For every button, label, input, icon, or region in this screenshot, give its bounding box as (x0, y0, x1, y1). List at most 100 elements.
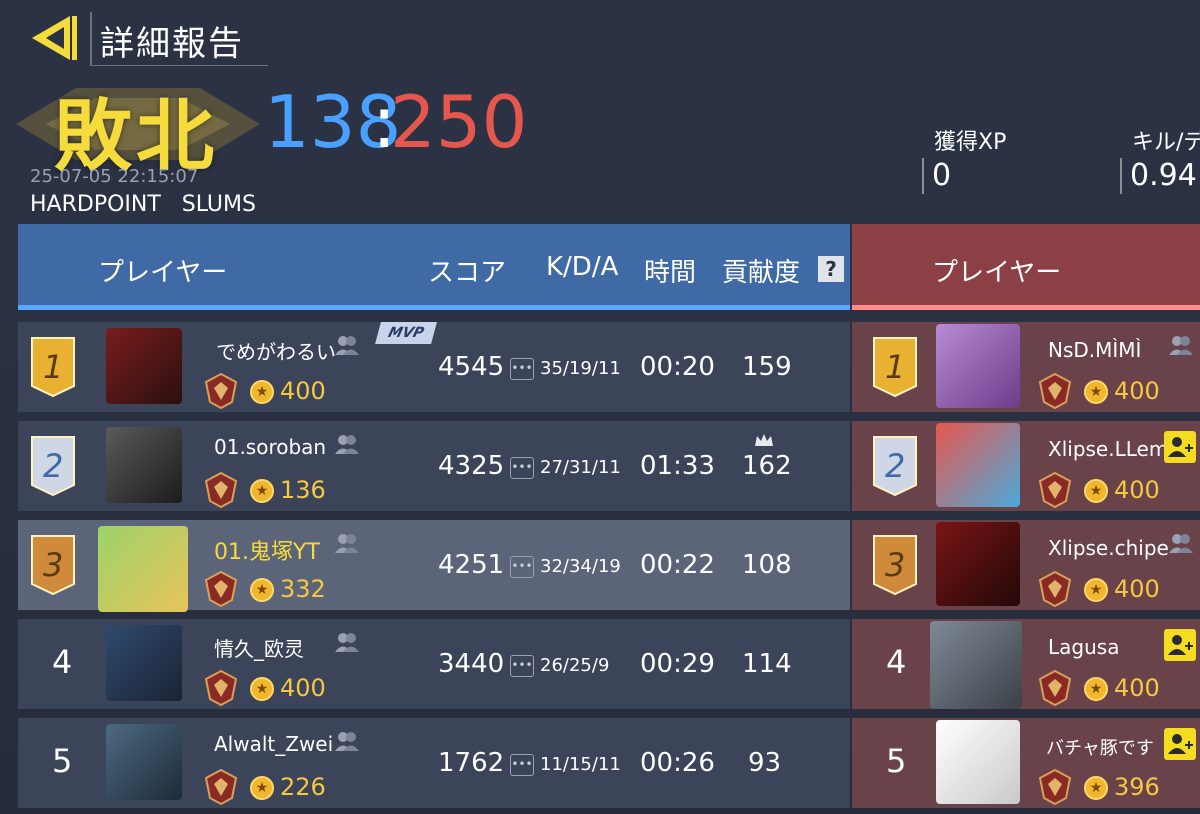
player-avatar[interactable] (930, 621, 1022, 709)
blue-party-icon (334, 433, 360, 455)
player-time: 00:29 (640, 649, 715, 679)
player-contribution: 162 (742, 451, 792, 481)
help-icon[interactable]: ? (818, 256, 844, 282)
red-team-score: 250 (390, 80, 528, 164)
player-points: 400 (280, 377, 326, 405)
page-title: 詳細報告 (100, 24, 244, 64)
player-contribution: 108 (742, 550, 792, 580)
player-time: 00:22 (640, 550, 715, 580)
blue-rank-number: 4 (52, 643, 73, 681)
blue-rank-emblem-icon (202, 768, 240, 806)
xp-label: 獲得XP (934, 130, 1007, 155)
player-points: 136 (280, 476, 326, 504)
match-datetime: 25-07-05 22:15:07 (30, 166, 199, 187)
player-name[interactable]: 01.soroban (214, 435, 326, 459)
kda-detail-icon[interactable]: ••• (510, 754, 534, 776)
player-kda: 32/34/19 (540, 556, 621, 577)
blue-party-icon (334, 334, 360, 356)
blue-party-icon (334, 631, 360, 653)
red-rank-emblem-icon (1036, 570, 1074, 608)
red-points-coin-icon: ★ (1084, 380, 1108, 404)
blue-rank-emblem-icon (202, 471, 240, 509)
column-contribution: 貢献度 (722, 258, 801, 288)
player-avatar[interactable] (98, 526, 188, 612)
player-time: 00:26 (640, 748, 715, 778)
kd-label: キル/デ (1132, 130, 1200, 155)
red-add-friend-icon[interactable] (1164, 629, 1196, 661)
red-add-friend-icon[interactable] (1164, 728, 1196, 760)
player-avatar[interactable] (106, 328, 182, 404)
kda-detail-icon[interactable]: ••• (510, 556, 534, 578)
blue-rank-number: 2 (43, 447, 64, 485)
player-points: 400 (1114, 674, 1160, 702)
column-player-red: プレイヤー (932, 258, 1062, 288)
player-score: 3440 (438, 649, 505, 679)
red-rank-emblem-icon (1036, 768, 1074, 806)
player-name[interactable]: Lagusa (1048, 635, 1119, 659)
player-time: 00:20 (640, 352, 715, 382)
player-name[interactable]: Xlipse.LLem (1048, 437, 1168, 461)
blue-rank-number: 5 (52, 742, 73, 780)
red-rank-emblem-icon (1036, 669, 1074, 707)
player-avatar[interactable] (106, 427, 182, 503)
player-points: 226 (280, 773, 326, 801)
player-name[interactable]: 01.鬼塚YT (214, 534, 320, 566)
player-avatar[interactable] (936, 324, 1020, 408)
player-points: 396 (1114, 773, 1160, 801)
player-points: 332 (280, 575, 326, 603)
red-rank-emblem-icon (1036, 471, 1074, 509)
player-name[interactable]: Xlipse.chipe (1048, 536, 1169, 560)
red-points-coin-icon: ★ (1084, 776, 1108, 800)
red-add-friend-icon[interactable] (1164, 431, 1196, 463)
kd-value: 0.94 (1130, 158, 1197, 193)
player-points: 400 (1114, 476, 1160, 504)
column-kda: K/D/A (546, 252, 619, 282)
red-rank-number: 5 (886, 742, 907, 780)
player-avatar[interactable] (106, 724, 182, 800)
player-time: 01:33 (640, 451, 715, 481)
player-score: 4325 (438, 451, 505, 481)
player-name[interactable]: でめがわるい (216, 336, 336, 365)
red-party-icon (1168, 532, 1194, 554)
player-contribution: 114 (742, 649, 792, 679)
player-name[interactable]: Alwalt_Zwei (214, 732, 333, 756)
player-points: 400 (1114, 575, 1160, 603)
player-avatar[interactable] (936, 720, 1020, 804)
crown-icon (754, 432, 774, 446)
player-score: 4251 (438, 550, 505, 580)
red-party-icon (1168, 334, 1194, 356)
player-score: 1762 (438, 748, 505, 778)
player-name[interactable]: NsD.MÌMÌ (1048, 338, 1141, 362)
red-points-coin-icon: ★ (1084, 578, 1108, 602)
kda-detail-icon[interactable]: ••• (510, 655, 534, 677)
red-points-coin-icon: ★ (1084, 677, 1108, 701)
player-kda: 27/31/11 (540, 457, 621, 478)
blue-rank-emblem-icon (202, 372, 240, 410)
blue-points-coin-icon: ★ (250, 677, 274, 701)
blue-rank-emblem-icon (202, 570, 240, 608)
xp-divider (922, 158, 924, 194)
red-rank-number: 1 (885, 348, 906, 386)
player-points: 400 (280, 674, 326, 702)
player-avatar[interactable] (936, 522, 1020, 606)
player-kda: 11/15/11 (540, 754, 621, 775)
player-name[interactable]: 情久_欧灵 (214, 633, 304, 662)
player-score: 4545 (438, 352, 505, 382)
blue-rank-emblem-icon (202, 669, 240, 707)
player-kda: 26/25/9 (540, 655, 610, 676)
blue-rank-number: 3 (43, 546, 64, 584)
player-avatar[interactable] (936, 423, 1020, 507)
red-rank-number: 3 (885, 546, 906, 584)
kda-detail-icon[interactable]: ••• (510, 358, 534, 380)
blue-party-icon (334, 532, 360, 554)
player-avatar[interactable] (106, 625, 182, 701)
column-score: スコア (428, 258, 507, 288)
kda-detail-icon[interactable]: ••• (510, 457, 534, 479)
column-time: 時間 (644, 258, 697, 288)
player-name[interactable]: バチャ豚です (1046, 734, 1154, 760)
blue-party-icon (334, 730, 360, 752)
player-points: 400 (1114, 377, 1160, 405)
red-points-coin-icon: ★ (1084, 479, 1108, 503)
back-arrow-icon[interactable] (26, 12, 80, 64)
player-contribution: 159 (742, 352, 792, 382)
